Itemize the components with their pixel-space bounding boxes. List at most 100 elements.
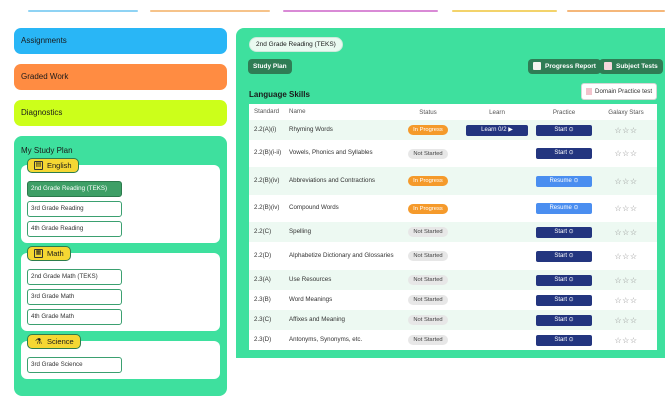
cell-name: Use Resources (289, 275, 332, 283)
col-learn: Learn (489, 108, 505, 116)
col-name: Name (289, 107, 306, 115)
start-button[interactable]: Start ⊙ (536, 250, 592, 262)
resume-button[interactable]: Resume ⊙ (536, 203, 592, 214)
galaxy-stars-rating: ☆☆☆ (614, 251, 638, 261)
subject-name: English (47, 161, 72, 170)
subject-tag-math[interactable]: ▦ Math (27, 246, 71, 261)
cell-status: In Progress (395, 203, 461, 214)
galaxy-stars-rating: ☆☆☆ (614, 125, 638, 135)
table-row: 2.2(B)(iv) Compound Words In Progress Resum… (249, 195, 657, 222)
cell-status: Not Started (395, 315, 461, 325)
course-chip-3rd-grade-math[interactable]: 3rd Grade Math (27, 289, 122, 305)
course-chip-4th-grade-reading[interactable]: 4th Grade Reading (27, 221, 122, 237)
cell-standard: 2.2(B)(iv) (254, 176, 280, 184)
calculator-icon: ▦ (34, 249, 43, 258)
cell-practice: Start ⊙ (533, 226, 595, 238)
start-button[interactable]: Start ⊙ (536, 314, 592, 326)
status-badge: Not Started (408, 295, 448, 305)
cell-standard: 2.2(B)(i-ii) (254, 149, 282, 157)
subject-english: ▤ English 2nd Grade Reading (TEKS) 3rd G… (21, 158, 220, 243)
course-chip-3rd-grade-science[interactable]: 3rd Grade Science (27, 357, 122, 373)
table-row: 2.3(B) Word Meanings Not Started Start ⊙ ☆☆☆ (249, 290, 657, 310)
report-icon (533, 62, 541, 71)
start-button[interactable]: Start ⊙ (536, 274, 592, 286)
cell-status: Not Started (395, 295, 461, 305)
cell-status: Not Started (395, 275, 461, 285)
table-row: 2.3(A) Use Resources Not Started Start ⊙ ☆☆☆ (249, 270, 657, 290)
table-header: Standard Name Status Learn Practice Gala… (249, 104, 657, 120)
assignments-button[interactable]: Assignments (14, 28, 227, 54)
cell-standard: 2.3(C) (254, 315, 272, 323)
start-button[interactable]: Start ⊙ (536, 226, 592, 238)
flask-icon: ⚗ (34, 337, 43, 346)
start-button[interactable]: Start ⊙ (536, 334, 592, 346)
status-badge: Not Started (408, 315, 448, 325)
status-badge: In Progress (408, 203, 448, 214)
cell-practice: Start ⊙ (533, 274, 595, 286)
col-standard: Standard (254, 107, 280, 115)
status-badge: Not Started (408, 275, 448, 285)
learn-button[interactable]: Learn 0/2 ▶ (466, 124, 528, 136)
table-row: 2.2(C) Spelling Not Started Start ⊙ ☆☆☆ (249, 222, 657, 242)
subject-science: ⚗ Science 3rd Grade Science (21, 334, 220, 379)
subject-tag-english[interactable]: ▤ English (27, 158, 79, 173)
cell-name: Affixes and Meaning (289, 315, 345, 323)
cell-practice: Start ⊙ (533, 148, 595, 159)
start-button[interactable]: Start ⊙ (536, 124, 592, 136)
table-row: 2.2(B)(iv) Abbreviations and Contractions… (249, 167, 657, 195)
course-chip-2nd-grade-reading[interactable]: 2nd Grade Reading (TEKS) (27, 181, 122, 197)
table-row: 2.2(B)(i-ii) Vowels, Phonics and Syllable… (249, 140, 657, 167)
document-icon (586, 87, 592, 95)
cell-name: Word Meanings (289, 295, 333, 303)
cell-standard: 2.3(B) (254, 295, 271, 303)
diagnostics-button[interactable]: Diagnostics (14, 100, 227, 126)
col-galaxy-stars: Galaxy Stars (608, 108, 644, 116)
graded-work-button[interactable]: Graded Work (14, 64, 227, 90)
status-badge: Not Started (408, 335, 448, 345)
cell-practice: Start ⊙ (533, 250, 595, 262)
domain-practice-label: Domain Practice test (595, 88, 653, 95)
course-chip-3rd-grade-reading[interactable]: 3rd Grade Reading (27, 201, 122, 217)
galaxy-stars-rating: ☆☆☆ (614, 315, 638, 325)
skills-table: Standard Name Status Learn Practice Gala… (249, 104, 657, 350)
subject-tests-button[interactable]: Subject Tests (599, 59, 663, 74)
progress-report-button[interactable]: Progress Report (528, 59, 601, 74)
cell-name: Compound Words (289, 204, 339, 212)
cell-name: Spelling (289, 227, 312, 235)
cell-standard: 2.2(A)(i) (254, 125, 277, 133)
subject-tests-label: Subject Tests (616, 63, 658, 70)
sidebar: Assignments Graded Work Diagnostics My S… (14, 28, 227, 396)
course-list: 2nd Grade Reading (TEKS) 3rd Grade Readi… (21, 165, 220, 243)
section-title: Language Skills (249, 90, 310, 99)
galaxy-stars-rating: ☆☆☆ (614, 149, 638, 158)
test-icon (604, 62, 612, 71)
col-practice: Practice (552, 108, 576, 116)
col-status: Status (419, 108, 437, 116)
resume-button[interactable]: Resume ⊙ (536, 175, 592, 187)
galaxy-stars-rating: ☆☆☆ (614, 204, 638, 213)
cell-practice: Start ⊙ (533, 314, 595, 326)
status-badge: In Progress (408, 176, 448, 186)
study-plan-button[interactable]: Study Plan (248, 59, 292, 74)
course-chip-2nd-grade-math[interactable]: 2nd Grade Math (TEKS) (27, 269, 122, 285)
cell-status: Not Started (395, 148, 461, 159)
subject-name: Math (47, 249, 64, 258)
table-row: 2.3(C) Affixes and Meaning Not Started Star… (249, 310, 657, 330)
study-plan-title: My Study Plan (21, 146, 73, 155)
breadcrumb[interactable]: 2nd Grade Reading (TEKS) (249, 37, 343, 52)
table-row: 2.2(D) Alphabetize Dictionary and Glossar… (249, 242, 657, 270)
cell-standard: 2.2(B)(iv) (254, 204, 280, 212)
subject-tag-science[interactable]: ⚗ Science (27, 334, 81, 349)
status-badge: Not Started (408, 251, 448, 261)
table-row: 2.3(D) Antonyms, Synonyms, etc. Not Starte… (249, 330, 657, 350)
domain-practice-button[interactable]: Domain Practice test (581, 83, 658, 100)
cell-practice: Start ⊙ (533, 124, 595, 136)
start-button[interactable]: Start ⊙ (536, 148, 592, 159)
galaxy-stars-rating: ☆☆☆ (614, 227, 638, 237)
cell-standard: 2.3(D) (254, 335, 272, 343)
cell-status: Not Started (395, 335, 461, 345)
subject-name: Science (47, 337, 74, 346)
start-button[interactable]: Start ⊙ (536, 294, 592, 306)
course-chip-4th-grade-math[interactable]: 4th Grade Math (27, 309, 122, 325)
cell-name: Abbreviations and Contractions (289, 176, 375, 184)
